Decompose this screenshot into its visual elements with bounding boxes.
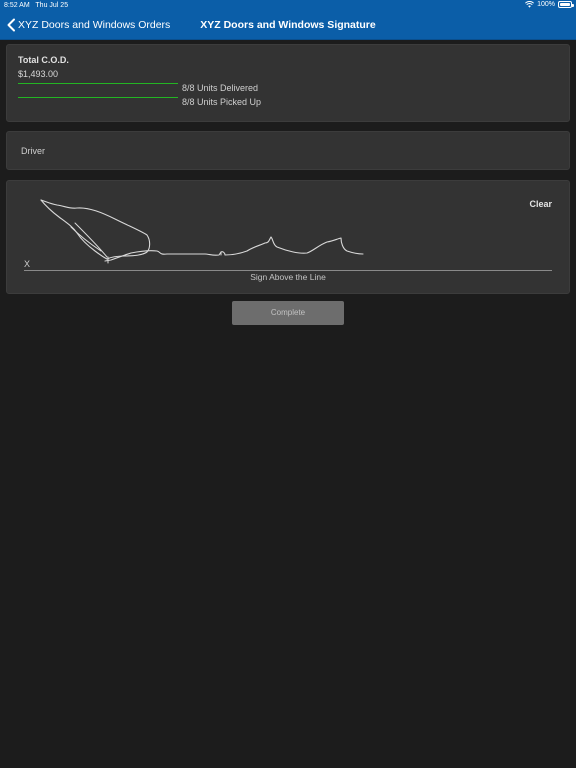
units-picked-up-label: 8/8 Units Picked Up (182, 97, 262, 107)
picked-up-progress-fill (18, 97, 178, 98)
battery-icon (558, 1, 574, 8)
status-time: 8:52 AM Thu Jul 25 (4, 2, 68, 9)
delivered-progress-fill (18, 83, 178, 84)
units-delivered-label: 8/8 Units Delivered (182, 83, 259, 93)
total-cod-label: Total C.O.D. (18, 55, 69, 65)
driver-card (6, 131, 570, 170)
signature-caption: Sign Above the Line (250, 272, 326, 282)
signature-line (24, 270, 552, 271)
clear-button[interactable]: Clear (529, 199, 552, 209)
status-date-text: Thu Jul 25 (35, 2, 69, 9)
delivered-progress-bar (18, 83, 178, 84)
signature-x-marker: X (24, 259, 31, 269)
complete-button[interactable]: Complete (232, 301, 344, 325)
driver-input[interactable] (7, 132, 569, 169)
page-title: XYZ Doors and Windows Signature (200, 19, 376, 31)
picked-up-progress-bar (18, 97, 178, 98)
signature-pad[interactable]: Clear X Sign Above the Line (6, 180, 570, 294)
order-summary-card: Total C.O.D. $1,493.00 8/8 Units Deliver… (6, 44, 570, 122)
navigation-bar: 8:52 AM Thu Jul 25 100% XYZ Doors and Wi… (0, 0, 576, 40)
status-bar: 8:52 AM Thu Jul 25 100% (0, 0, 576, 12)
battery-percent: 100% (537, 1, 555, 8)
wifi-icon (525, 1, 535, 8)
total-cod-value: $1,493.00 (18, 69, 59, 79)
status-right: 100% (525, 1, 574, 8)
status-time-text: 8:52 AM (4, 2, 30, 9)
